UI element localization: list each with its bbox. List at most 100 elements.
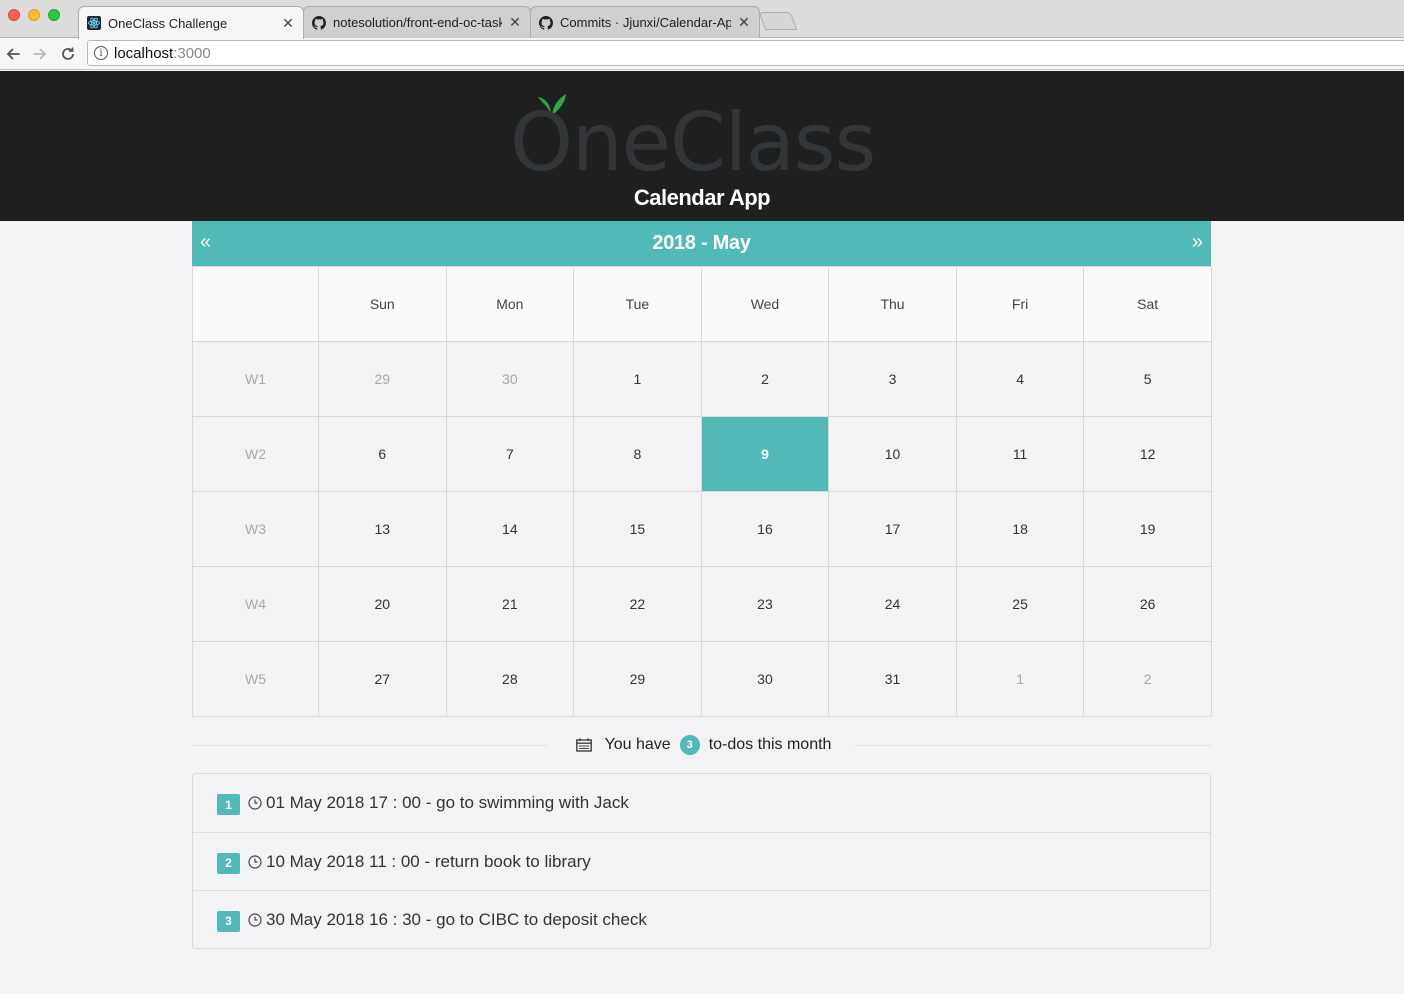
day-cell[interactable]: 16: [700, 491, 830, 567]
prev-month-icon[interactable]: «: [200, 231, 211, 253]
day-cell[interactable]: 4: [955, 341, 1085, 417]
week-row: W1 29 30 1 2 3 4 5: [192, 341, 1212, 417]
day-cell[interactable]: 25: [955, 566, 1085, 642]
window-minimize-button[interactable]: [28, 9, 40, 21]
todo-text: 10 May 2018 11 : 00 - return book to lib…: [266, 851, 591, 871]
day-cell-selected[interactable]: 9: [700, 416, 830, 492]
todo-count-badge: 3: [679, 735, 700, 755]
next-month-icon[interactable]: »: [1192, 231, 1203, 253]
address-bar[interactable]: i localhost:3000: [87, 40, 1404, 66]
day-cell[interactable]: 6: [318, 416, 447, 492]
todo-item[interactable]: 2 10 May 2018 11 : 00 - return book to l…: [193, 832, 1210, 890]
day-cell[interactable]: 20: [318, 566, 447, 642]
github-icon: [539, 15, 553, 30]
day-cell[interactable]: 28: [445, 641, 575, 717]
day-cell[interactable]: 3: [828, 341, 957, 417]
todo-item[interactable]: 3 30 May 2018 16 : 30 - go to CIBC to de…: [193, 890, 1210, 948]
app-header: OneClass Calendar App: [0, 71, 1404, 221]
day-cell[interactable]: 1: [955, 641, 1085, 717]
day-cell[interactable]: 21: [445, 566, 575, 642]
calendar-nav: « 2018 - May »: [192, 221, 1211, 266]
divider: [855, 744, 1211, 746]
day-cell[interactable]: 1: [573, 341, 702, 417]
day-cell[interactable]: 30: [445, 341, 575, 417]
weekday-header-row: Sun Mon Tue Wed Thu Fri Sat: [192, 266, 1212, 342]
day-cell[interactable]: 30: [700, 641, 830, 717]
week-label: W2: [192, 416, 319, 492]
day-cell[interactable]: 2: [700, 341, 830, 417]
week-row: W2 6 7 8 9 10 11 12: [192, 416, 1212, 492]
todo-item[interactable]: 1 01 May 2018 17 : 00 - go to swimming w…: [193, 774, 1210, 832]
day-cell[interactable]: 27: [318, 641, 447, 717]
day-cell[interactable]: 11: [955, 416, 1085, 492]
clock-icon: [248, 796, 262, 810]
day-cell[interactable]: 22: [573, 566, 702, 642]
back-arrow-icon[interactable]: [1, 42, 25, 66]
weekday-header: Mon: [445, 266, 575, 342]
tab-close-icon[interactable]: ✕: [508, 14, 522, 31]
browser-tab-bar: OneClass Challenge ✕ notesolution/front-…: [0, 0, 1404, 39]
calendar: « 2018 - May » Sun Mon Tue Wed Thu Fri S…: [192, 221, 1212, 717]
window-zoom-button[interactable]: [48, 9, 60, 21]
todo-number-badge: 2: [217, 852, 240, 874]
day-cell[interactable]: 29: [318, 341, 447, 417]
reload-icon[interactable]: [56, 42, 80, 66]
weekday-header: Wed: [700, 266, 830, 342]
weekday-header: Sat: [1083, 266, 1212, 342]
week-row: W5 27 28 29 30 31 1 2: [192, 641, 1212, 717]
day-cell[interactable]: 17: [828, 491, 957, 567]
browser-tab-github-commits[interactable]: Commits · Jjunxi/Calendar-App ✕: [530, 6, 760, 38]
todo-summary: You have 3 to-dos this month: [192, 732, 1211, 758]
new-tab-button[interactable]: [758, 12, 798, 30]
day-cell[interactable]: 13: [318, 491, 447, 567]
info-icon[interactable]: i: [94, 46, 108, 60]
day-cell[interactable]: 5: [1083, 341, 1212, 417]
tab-title: Commits · Jjunxi/Calendar-App: [560, 15, 731, 30]
day-cell[interactable]: 19: [1083, 491, 1212, 567]
week-label: W4: [192, 566, 319, 642]
browser-toolbar: i localhost:3000: [0, 38, 1404, 70]
tab-title: OneClass Challenge: [108, 15, 228, 31]
oneclass-logo: OneClass: [510, 87, 900, 187]
calendar-grid: Sun Mon Tue Wed Thu Fri Sat W1 29 30 1 2 3 4 5 W…: [192, 266, 1212, 717]
weekday-header: Sun: [318, 266, 447, 342]
day-cell[interactable]: 15: [573, 491, 702, 567]
day-cell[interactable]: 23: [700, 566, 830, 642]
day-cell[interactable]: 24: [828, 566, 957, 642]
day-cell[interactable]: 14: [445, 491, 575, 567]
url-port: :3000: [173, 44, 211, 62]
tab-close-icon[interactable]: ✕: [281, 15, 295, 32]
todo-list: 1 01 May 2018 17 : 00 - go to swimming w…: [192, 773, 1211, 949]
app-title: Calendar App: [633, 185, 771, 210]
forward-arrow-icon[interactable]: [28, 42, 52, 66]
week-label-header: [192, 266, 319, 342]
day-cell[interactable]: 18: [955, 491, 1085, 567]
month-title: 2018 - May: [652, 232, 751, 254]
week-label: W5: [192, 641, 319, 717]
week-label: W3: [192, 491, 319, 567]
summary-suffix: to-dos this month: [708, 736, 832, 753]
tab-title: notesolution/front-end-oc-task: [333, 15, 502, 30]
tab-close-icon[interactable]: ✕: [737, 14, 751, 31]
window-close-button[interactable]: [8, 9, 20, 21]
day-cell[interactable]: 8: [573, 416, 702, 492]
todo-text: 30 May 2018 16 : 30 - go to CIBC to depo…: [266, 909, 647, 929]
clock-icon: [248, 854, 262, 869]
weekday-header: Thu: [828, 266, 957, 342]
weekday-header: Tue: [573, 266, 702, 342]
github-icon: [312, 15, 326, 30]
day-cell[interactable]: 2: [1083, 641, 1212, 717]
day-cell[interactable]: 29: [573, 641, 702, 717]
day-cell[interactable]: 31: [828, 641, 957, 717]
day-cell[interactable]: 26: [1083, 566, 1212, 642]
week-label: W1: [192, 341, 319, 417]
divider: [192, 744, 548, 746]
day-cell[interactable]: 10: [828, 416, 957, 492]
browser-tab-oneclass[interactable]: OneClass Challenge ✕: [78, 6, 304, 39]
week-row: W3 13 14 15 16 17 18 19: [192, 491, 1212, 567]
logo-text: OneClass: [510, 96, 876, 189]
day-cell[interactable]: 7: [445, 416, 575, 492]
browser-tab-github-task[interactable]: notesolution/front-end-oc-task ✕: [303, 6, 531, 38]
day-cell[interactable]: 12: [1083, 416, 1212, 492]
summary-prefix: You have: [604, 736, 671, 753]
